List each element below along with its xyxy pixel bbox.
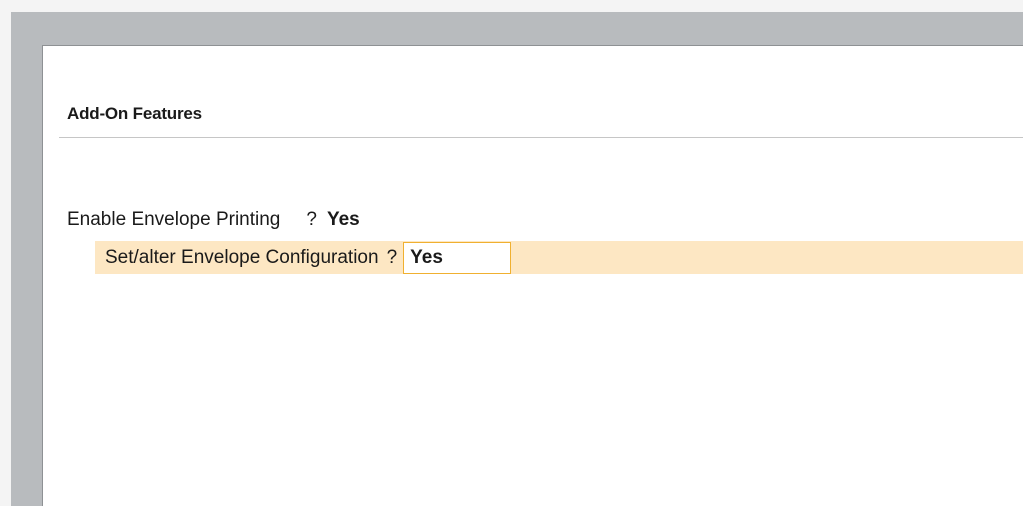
enable-envelope-printing-value[interactable]: Yes	[327, 209, 360, 231]
section-title: Add-On Features	[67, 104, 202, 123]
title-divider	[59, 137, 1023, 138]
question-mark-separator: ?	[386, 246, 398, 268]
set-alter-envelope-configuration-field[interactable]	[403, 241, 512, 274]
set-alter-envelope-configuration-row[interactable]: Set/alter Envelope Configuration ?	[95, 241, 1023, 274]
enable-envelope-printing-row[interactable]: Enable Envelope Printing ? Yes	[67, 208, 360, 232]
question-mark-separator: ?	[306, 209, 317, 230]
enable-envelope-printing-label: Enable Envelope Printing	[67, 209, 281, 230]
set-alter-envelope-configuration-label: Set/alter Envelope Configuration	[105, 246, 379, 268]
